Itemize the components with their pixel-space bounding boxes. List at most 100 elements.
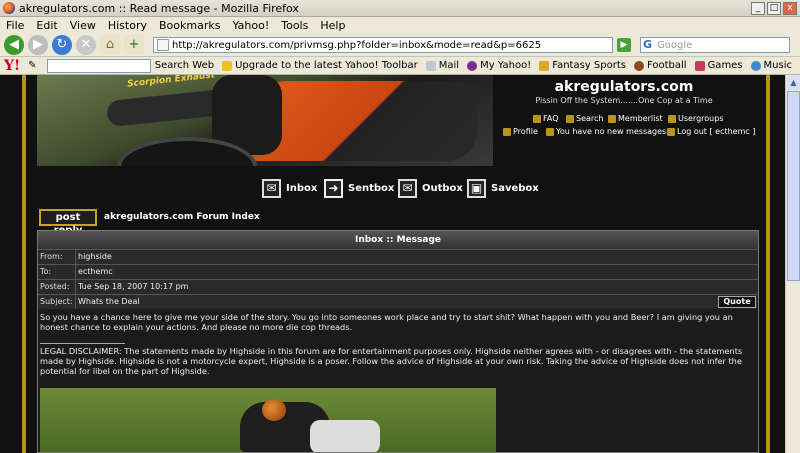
close-window-button[interactable]: x (783, 1, 797, 15)
music-icon (750, 60, 761, 71)
football-icon (633, 60, 644, 71)
search-input[interactable]: G Google (640, 37, 790, 53)
site-name: akregulators.com (554, 79, 694, 95)
message-text: So you have a chance here to give me you… (40, 312, 733, 333)
maximize-button[interactable]: □ (767, 1, 781, 15)
message-header: Inbox :: Message (38, 231, 758, 249)
reload-button[interactable]: ↻ (52, 34, 72, 55)
url-bar[interactable]: http://akregulators.com/privmsg.php?fold… (153, 37, 613, 53)
pencil-icon[interactable]: ✎ (28, 60, 36, 71)
quote-button[interactable]: Quote (718, 296, 756, 308)
trophy-icon (539, 60, 550, 71)
url-text: http://akregulators.com/privmsg.php?fold… (172, 39, 542, 51)
left-border (22, 75, 26, 453)
from-label: From: (40, 252, 63, 261)
menu-yahoo[interactable]: Yahoo! (226, 19, 275, 32)
yahoo-upgrade-link[interactable]: Upgrade to the latest Yahoo! Toolbar (222, 60, 418, 71)
messages-link[interactable]: You have no new messages (546, 127, 666, 136)
post-reply-button[interactable]: post reply (39, 209, 97, 236)
menu-bookmarks[interactable]: Bookmarks (153, 19, 226, 32)
to-row: To: ecthemc (38, 264, 758, 279)
forum-index-link[interactable]: akregulators.com Forum Index (104, 212, 260, 222)
warning-icon (222, 60, 233, 71)
yahoo-mail-link[interactable]: Mail (425, 60, 459, 71)
message-table: Inbox :: Message From: highside To: ecth… (37, 230, 759, 453)
fantasy-sports-link[interactable]: Fantasy Sports (539, 60, 626, 71)
games-icon (694, 60, 705, 71)
forward-button[interactable]: ▶ (28, 34, 48, 55)
menu-help[interactable]: Help (314, 19, 351, 32)
page-content: Scorpion Exhaust akregulators.com Pissin… (0, 75, 800, 453)
logout-icon (667, 127, 675, 136)
scroll-up-arrow-icon[interactable]: ▲ (787, 76, 800, 90)
menu-edit[interactable]: Edit (30, 19, 63, 32)
window-titlebar: akregulators.com :: Read message - Mozil… (0, 0, 800, 17)
menu-bar: File Edit View History Bookmarks Yahoo! … (0, 17, 800, 33)
inbox-icon: ✉ (262, 179, 281, 198)
messages-icon (546, 127, 554, 136)
page-icon (157, 39, 169, 51)
signature-helmet (262, 399, 286, 421)
yahoo-logo[interactable]: Y! (4, 58, 20, 74)
scroll-thumb[interactable] (787, 91, 800, 281)
games-link[interactable]: Games (694, 60, 743, 71)
signature-text: LEGAL DISCLAIMER: The statements made by… (40, 345, 743, 377)
profile-icon (503, 127, 511, 136)
subject-row: Subject: Whats the Deal Quote (38, 294, 758, 309)
outbox-icon: ✉ (398, 179, 417, 198)
my-yahoo-icon (467, 60, 478, 71)
posted-row: Posted: Tue Sep 18, 2007 10:17 pm (38, 279, 758, 294)
menu-view[interactable]: View (64, 19, 102, 32)
menu-file[interactable]: File (0, 19, 30, 32)
search-placeholder: Google (657, 39, 693, 51)
stop-button[interactable]: ✕ (76, 34, 96, 55)
faq-link[interactable]: FAQ (533, 114, 559, 123)
yahoo-search-input[interactable] (46, 58, 151, 73)
outbox-link[interactable]: ✉ Outbox (398, 179, 463, 198)
home-button[interactable]: ⌂ (100, 34, 120, 55)
usergroups-link[interactable]: Usergroups (668, 114, 724, 123)
navigation-toolbar: ◀ ▶ ↻ ✕ ⌂ + http://akregulators.com/priv… (0, 33, 800, 57)
new-tab-icon[interactable]: + (124, 34, 144, 55)
sentbox-icon: ➜ (324, 179, 343, 198)
my-yahoo-link[interactable]: My Yahoo! (467, 60, 531, 71)
to-value: ecthemc (75, 265, 758, 279)
savebox-icon: ▣ (467, 179, 486, 198)
banner-exhaust-text: Scorpion Exhaust (126, 75, 216, 90)
sentbox-link[interactable]: ➜ Sentbox (324, 179, 394, 198)
usergroups-icon (668, 114, 676, 123)
from-row: From: highside (38, 249, 758, 264)
inbox-link[interactable]: ✉ Inbox (262, 179, 317, 198)
savebox-link[interactable]: ▣ Savebox (467, 179, 539, 198)
back-button[interactable]: ◀ (4, 34, 24, 55)
logout-link[interactable]: Log out [ ecthemc ] (667, 127, 755, 136)
search-link[interactable]: Search (566, 114, 603, 123)
football-link[interactable]: Football (633, 60, 687, 71)
menu-history[interactable]: History (102, 19, 153, 32)
posted-label: Posted: (40, 282, 70, 291)
minimize-button[interactable]: _ (751, 1, 765, 15)
posted-value: Tue Sep 18, 2007 10:17 pm (75, 280, 758, 294)
menu-tools[interactable]: Tools (275, 19, 314, 32)
site-banner[interactable]: Scorpion Exhaust (37, 75, 493, 166)
search-icon (566, 114, 574, 123)
window-title: akregulators.com :: Read message - Mozil… (19, 1, 299, 15)
google-icon: G (643, 38, 653, 51)
right-border (766, 75, 770, 453)
music-link[interactable]: Music (750, 60, 792, 71)
memberlist-icon (608, 114, 616, 123)
profile-link[interactable]: Profile (503, 127, 538, 136)
from-value: highside (75, 250, 758, 264)
subject-label: Subject: (40, 297, 73, 306)
firefox-icon (3, 2, 15, 14)
yahoo-search-web[interactable]: Search Web (155, 60, 214, 71)
mail-icon (425, 60, 436, 71)
page-scrollbar[interactable]: ▲ (785, 75, 800, 453)
site-tagline: Pissin Off the System.......One Cop at a… (535, 96, 713, 105)
signature-image (40, 388, 496, 452)
faq-icon (533, 114, 541, 123)
memberlist-link[interactable]: Memberlist (608, 114, 663, 123)
go-button[interactable]: ▶ (617, 38, 631, 52)
subject-value: Whats the Deal (75, 295, 758, 309)
yahoo-toolbar: Y! ✎ Search Web Upgrade to the latest Ya… (0, 57, 800, 75)
